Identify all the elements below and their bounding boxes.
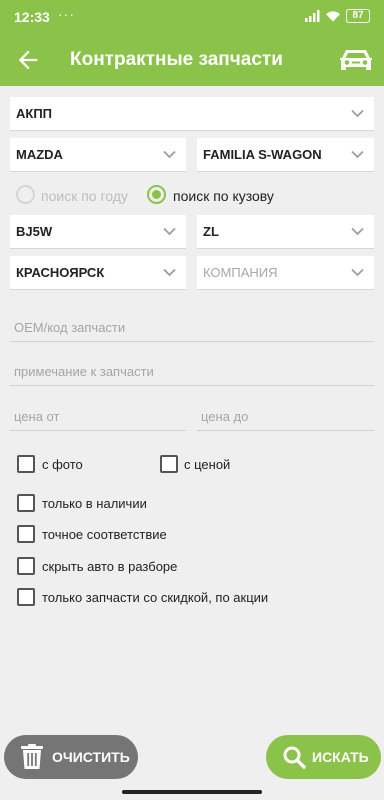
chevron-down-icon [351, 227, 364, 236]
company-placeholder: КОМПАНИЯ [203, 265, 278, 280]
search-icon [283, 746, 306, 769]
exact-match-checkbox[interactable] [17, 525, 35, 543]
model-value: FAMILIA S-WAGON [203, 147, 322, 162]
search-by-year-label[interactable]: поиск по году [41, 188, 128, 204]
search-button[interactable]: ИСКАТЬ [266, 735, 381, 779]
body-value: BJ5W [16, 224, 53, 239]
trash-icon [21, 744, 43, 769]
company-select[interactable]: КОМПАНИЯ [197, 256, 374, 290]
hide-dismantling-checkbox[interactable] [17, 557, 35, 575]
city-select[interactable]: КРАСНОЯРСК [10, 256, 186, 290]
wifi-icon [326, 11, 340, 22]
status-bar: 12:33 ··· 87 [0, 0, 384, 34]
model-select[interactable]: FAMILIA S-WAGON [197, 138, 374, 172]
discount-only-checkbox[interactable] [17, 588, 35, 606]
status-time: 12:33 [14, 9, 50, 25]
search-by-body-radio[interactable] [147, 185, 166, 204]
chevron-down-icon [163, 227, 176, 236]
app-bar: Контрактные запчасти [0, 34, 384, 86]
chevron-down-icon [163, 268, 176, 277]
with-photo-checkbox[interactable] [17, 455, 35, 473]
hide-dismantling-label[interactable]: скрыть авто в разборе [42, 559, 177, 574]
price-from-placeholder: цена от [14, 409, 60, 424]
chevron-down-icon [351, 150, 364, 159]
back-arrow-icon[interactable] [14, 46, 42, 74]
engine-select[interactable]: ZL [197, 215, 374, 249]
search-button-label: ИСКАТЬ [312, 749, 369, 765]
price-to-placeholder: цена до [201, 409, 249, 424]
with-photo-label[interactable]: с фото [42, 457, 83, 472]
body-select[interactable]: BJ5W [10, 215, 186, 249]
oem-code-placeholder: OEM/код запчасти [14, 320, 126, 335]
clear-button-label: ОЧИСТИТЬ [52, 749, 130, 765]
discount-only-label[interactable]: только запчасти со скидкой, по акции [42, 590, 268, 605]
with-price-checkbox[interactable] [160, 455, 178, 473]
make-select[interactable]: MAZDA [10, 138, 186, 172]
transmission-select[interactable]: АКПП [10, 97, 374, 131]
in-stock-checkbox[interactable] [17, 494, 35, 512]
chevron-down-icon [163, 150, 176, 159]
battery-icon: 87 [346, 9, 370, 23]
engine-value: ZL [203, 224, 219, 239]
oem-code-input[interactable]: OEM/код запчасти [10, 312, 374, 342]
chevron-down-icon [351, 268, 364, 277]
search-mode-group: поиск по году поиск по кузову [0, 182, 384, 208]
make-value: MAZDA [16, 147, 63, 162]
in-stock-label[interactable]: только в наличии [42, 496, 147, 511]
exact-match-label[interactable]: точное соответствие [42, 527, 167, 542]
more-notifications-icon: ··· [58, 6, 75, 22]
with-price-label[interactable]: с ценой [184, 457, 230, 472]
part-note-input[interactable]: примечание к запчасти [10, 356, 374, 386]
price-from-input[interactable]: цена от [10, 401, 186, 431]
part-note-placeholder: примечание к запчасти [14, 364, 154, 379]
chevron-down-icon [351, 109, 364, 118]
page-title: Контрактные запчасти [70, 49, 283, 70]
status-icons: 87 [304, 9, 370, 23]
gesture-bar[interactable] [122, 790, 262, 794]
clear-button[interactable]: ОЧИСТИТЬ [4, 735, 138, 779]
price-to-input[interactable]: цена до [197, 401, 374, 431]
city-value: КРАСНОЯРСК [16, 265, 105, 280]
search-by-year-radio[interactable] [16, 185, 35, 204]
transmission-value: АКПП [16, 106, 53, 121]
car-icon[interactable] [338, 45, 374, 75]
signal-icon [305, 10, 320, 22]
search-by-body-label[interactable]: поиск по кузову [173, 188, 274, 204]
